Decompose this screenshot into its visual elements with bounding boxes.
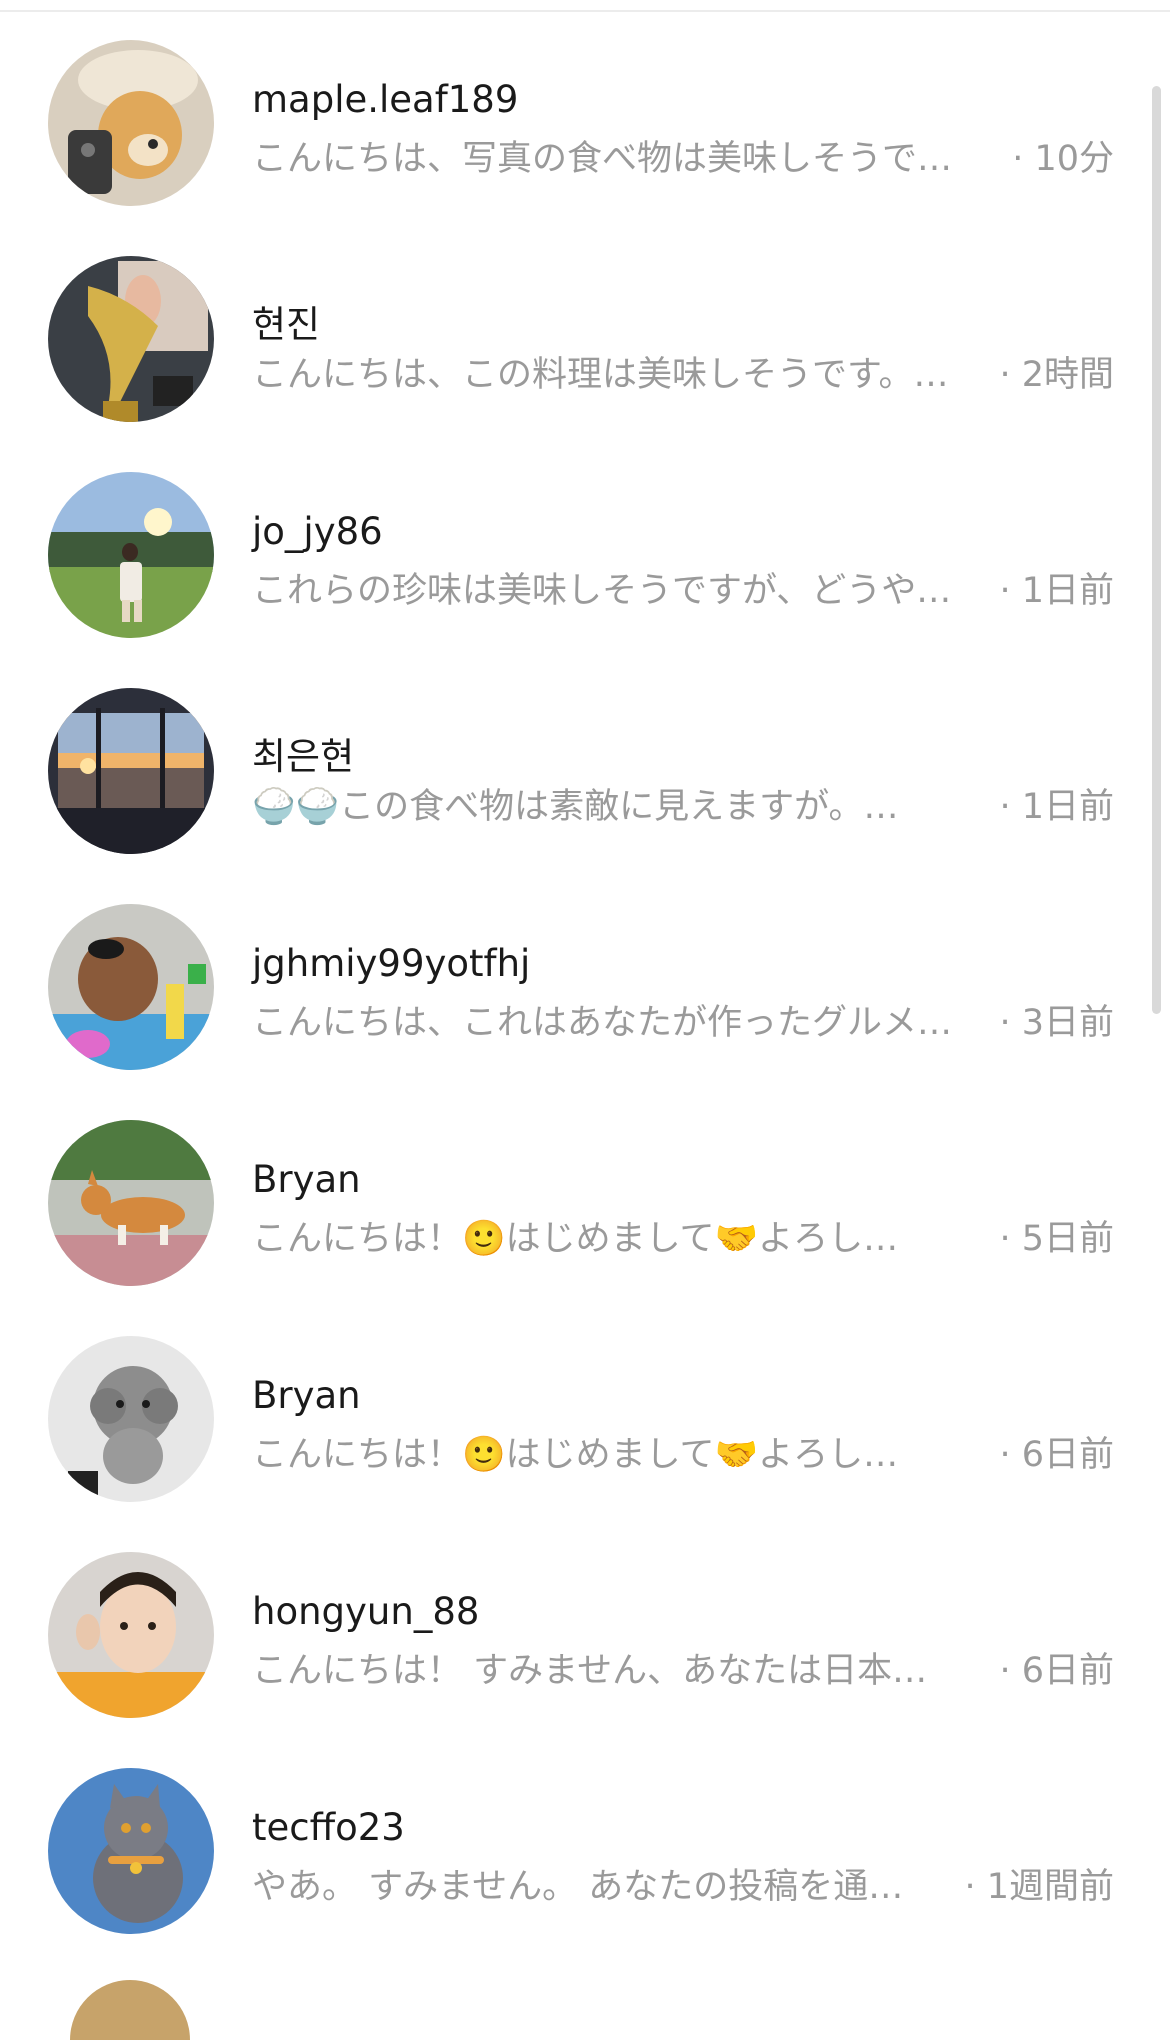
timestamp: · 3日前 [999, 1003, 1114, 1043]
message-preview: これらの珍味は美味しそうですが、どうや… [252, 571, 952, 611]
conversation-row[interactable]: jo_jy86 これらの珍味は美味しそうですが、どうや… · 1日前 [0, 452, 1150, 638]
conversation-row[interactable]: maple.leaf189 こんにちは、写真の食べ物は美味しそうで… · 10分 [0, 20, 1150, 206]
timestamp: · 6日前 [999, 1435, 1114, 1475]
grey-cat-avatar[interactable] [48, 1768, 214, 1934]
username: 현진 [252, 303, 321, 346]
conversation-list: maple.leaf189 こんにちは、写真の食べ物は美味しそうで… · 10分… [0, 0, 1170, 2040]
username: jghmiy99yotfhj [252, 942, 531, 985]
timestamp: · 2時間 [999, 355, 1114, 395]
username: Bryan [252, 1158, 361, 1201]
username: tecffo23 [252, 1806, 405, 1849]
conversation-row[interactable]: 현진 こんにちは、この料理は美味しそうです。… · 2時間 [0, 236, 1150, 422]
message-preview: こんにちは、この料理は美味しそうです。… [252, 355, 949, 395]
timestamp: · 1日前 [999, 787, 1114, 827]
sunset-window-avatar[interactable] [48, 688, 214, 854]
scrollbar[interactable] [1152, 86, 1161, 1014]
message-preview: こんにちは、写真の食べ物は美味しそうで… [252, 139, 953, 179]
message-preview: こんにちは！🙂はじめまして🤝よろし… [252, 1435, 899, 1475]
username: jo_jy86 [252, 510, 383, 553]
username: Bryan [252, 1374, 361, 1417]
username: maple.leaf189 [252, 78, 519, 121]
conversation-row[interactable]: tecffo23 やあ。 すみません。 あなたの投稿を通… · 1週間前 [0, 1748, 1150, 1934]
message-preview: こんにちは！🙂はじめまして🤝よろし… [252, 1219, 899, 1259]
partial-avatar[interactable] [70, 1980, 190, 2040]
timestamp: · 6日前 [999, 1651, 1114, 1691]
username: hongyun_88 [252, 1590, 480, 1633]
conversation-row[interactable]: Bryan こんにちは！🙂はじめまして🤝よろし… · 5日前 [0, 1100, 1150, 1286]
message-preview: 🍚🍚この食べ物は素敵に見えますが。… [252, 787, 899, 827]
man-in-garden-avatar[interactable] [48, 472, 214, 638]
conversation-row[interactable]: jghmiy99yotfhj こんにちは、これはあなたが作ったグルメ… · 3日… [0, 884, 1150, 1070]
dog-with-phone-avatar[interactable] [48, 40, 214, 206]
conversation-row[interactable]: 최은현 🍚🍚この食べ物は素敵に見えますが。… · 1日前 [0, 668, 1150, 854]
trophy-selfie-avatar[interactable] [48, 256, 214, 422]
timestamp: · 1日前 [999, 571, 1114, 611]
conversation-row[interactable]: hongyun_88 こんにちは！ すみません、あなたは日本… · 6日前 [0, 1532, 1150, 1718]
message-preview: こんにちは！ すみません、あなたは日本… [252, 1651, 928, 1691]
grey-poodle-avatar[interactable] [48, 1336, 214, 1502]
brown-dog-toys-avatar[interactable] [48, 904, 214, 1070]
timestamp: · 5日前 [999, 1219, 1114, 1259]
timestamp: · 10分 [1012, 139, 1114, 179]
timestamp: · 1週間前 [964, 1867, 1114, 1907]
username: 최은현 [252, 735, 355, 778]
conversation-row[interactable]: Bryan こんにちは！🙂はじめまして🤝よろし… · 6日前 [0, 1316, 1150, 1502]
corgi-avatar[interactable] [48, 1120, 214, 1286]
message-preview: やあ。 すみません。 あなたの投稿を通… [252, 1867, 904, 1907]
man-portrait-avatar[interactable] [48, 1552, 214, 1718]
message-preview: こんにちは、これはあなたが作ったグルメ… [252, 1003, 953, 1043]
